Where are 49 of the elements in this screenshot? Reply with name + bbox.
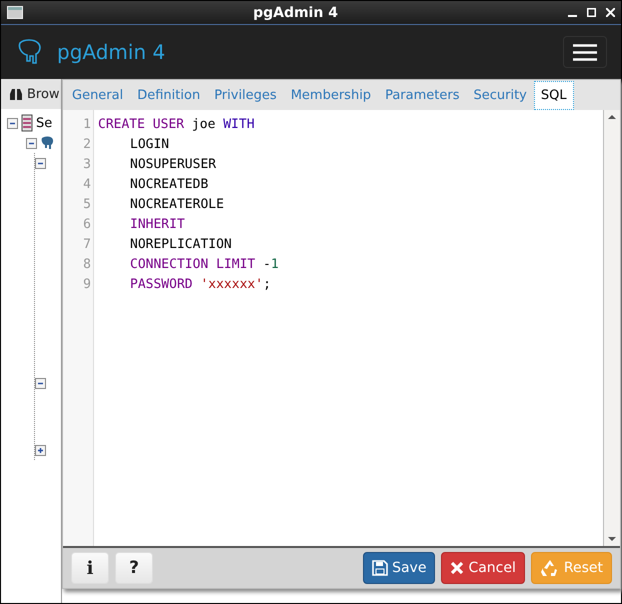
- tab[interactable]: General: [65, 81, 130, 110]
- code-line: LOGIN: [129, 136, 170, 154]
- line-number: 8: [82, 256, 92, 274]
- binoculars-icon: [9, 88, 23, 100]
- info-button[interactable]: i: [71, 552, 109, 584]
- tab[interactable]: SQL: [534, 81, 574, 110]
- cancel-button[interactable]: Cancel: [441, 552, 525, 584]
- collapse-icon[interactable]: [7, 118, 18, 128]
- code-line: NOSUPERUSER: [129, 156, 218, 174]
- help-button[interactable]: ?: [115, 552, 153, 584]
- line-number: 5: [82, 196, 92, 214]
- close-icon[interactable]: [606, 8, 615, 17]
- close-icon: [450, 561, 464, 575]
- panel-title: Brow: [27, 86, 60, 102]
- tree-item-label[interactable]: Se: [36, 116, 52, 130]
- tab[interactable]: Parameters: [378, 81, 466, 110]
- code-line: CREATE USER joe WITH: [98, 116, 256, 134]
- save-button[interactable]: Save: [363, 552, 436, 584]
- reset-button[interactable]: Reset: [530, 552, 612, 584]
- code-line: CONNECTION LIMIT -1: [129, 256, 280, 274]
- line-number: 7: [82, 236, 92, 254]
- line-number: 6: [82, 216, 92, 234]
- scrollbar[interactable]: [603, 110, 620, 546]
- collapse-icon[interactable]: [35, 158, 46, 168]
- code-line: INHERIT: [129, 216, 186, 234]
- server-icon: [21, 114, 33, 132]
- code-line: PASSWORD 'xxxxxx';: [129, 276, 272, 294]
- line-number: 4: [82, 176, 92, 194]
- recycle-icon: [540, 559, 560, 577]
- tab[interactable]: Membership: [284, 81, 378, 110]
- code-line: NOCREATEDB: [129, 176, 210, 194]
- code-line: NOREPLICATION: [129, 236, 233, 254]
- code-line: NOCREATEROLE: [129, 196, 225, 214]
- line-number: 1: [82, 116, 92, 134]
- tab[interactable]: Definition: [130, 81, 208, 110]
- collapse-icon[interactable]: [26, 138, 37, 148]
- app-title: pgAdmin 4: [57, 40, 166, 64]
- tab[interactable]: Security: [466, 81, 534, 110]
- line-number: 2: [82, 136, 92, 154]
- maximize-icon[interactable]: [587, 8, 596, 17]
- collapse-icon[interactable]: [35, 378, 46, 388]
- menu-button[interactable]: [563, 36, 607, 68]
- line-number: 3: [82, 156, 92, 174]
- line-number: 9: [82, 276, 92, 294]
- window-icon: [7, 6, 23, 19]
- window-title: pgAdmin 4: [252, 4, 339, 20]
- menu-icon: [573, 44, 597, 60]
- tab[interactable]: Privileges: [207, 81, 284, 110]
- expand-icon[interactable]: [35, 444, 46, 456]
